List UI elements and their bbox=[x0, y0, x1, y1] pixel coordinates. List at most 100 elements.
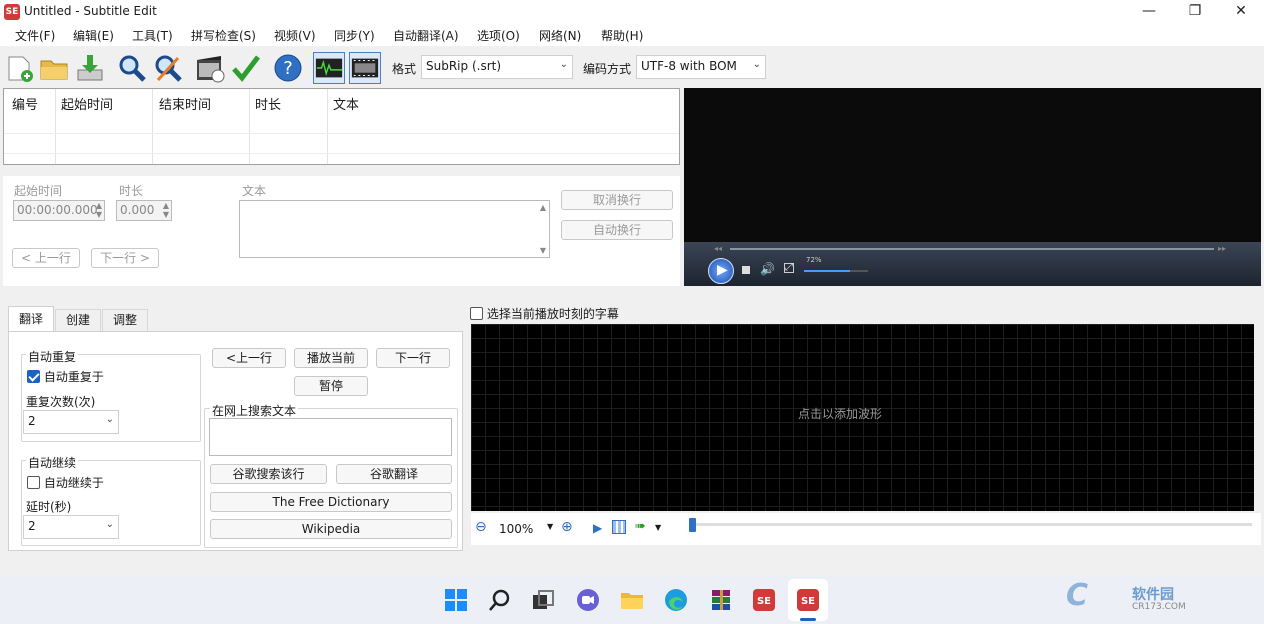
format-select[interactable]: SubRip (.srt) ⌄ bbox=[421, 55, 573, 79]
search-icon[interactable] bbox=[488, 588, 512, 612]
waveform-toggle-icon[interactable] bbox=[313, 52, 345, 84]
pause-button[interactable]: 暂停 bbox=[294, 376, 368, 396]
close-button[interactable]: ✕ bbox=[1218, 0, 1264, 24]
chevron-down-icon: ⌄ bbox=[752, 59, 761, 70]
play-current-button[interactable]: 播放当前 bbox=[294, 348, 368, 368]
windows-start-icon[interactable] bbox=[444, 588, 468, 612]
position-slider[interactable] bbox=[689, 523, 1252, 526]
title-bar: SE Untitled - Subtitle Edit — ❐ ✕ bbox=[0, 0, 1264, 24]
repeat-count-select[interactable]: 2 ⌄ bbox=[23, 410, 119, 434]
waveform-toolbar: ⊖ 100% ▼ ⊕ ▶ ➠ ▼ bbox=[471, 513, 1261, 545]
menu-video[interactable]: 视频(V) bbox=[274, 27, 316, 44]
auto-break-button[interactable]: 自动换行 bbox=[561, 220, 673, 240]
volume-slider[interactable] bbox=[804, 270, 868, 272]
seek-bar[interactable] bbox=[730, 248, 1214, 250]
zoom-in-icon[interactable]: ⊕ bbox=[561, 519, 573, 535]
menu-options[interactable]: 选项(O) bbox=[477, 27, 520, 44]
edge-browser-icon[interactable] bbox=[664, 588, 688, 612]
menu-sync[interactable]: 同步(Y) bbox=[334, 27, 375, 44]
spectrogram-icon[interactable] bbox=[612, 520, 626, 534]
stop-icon[interactable] bbox=[742, 266, 750, 274]
auto-continue-group-label: 自动继续 bbox=[26, 454, 79, 471]
subtitle-grid[interactable]: 编号 起始时间 结束时间 时长 文本 bbox=[3, 88, 680, 165]
maximize-button[interactable]: ❐ bbox=[1172, 0, 1218, 24]
col-start-time[interactable]: 起始时间 bbox=[61, 94, 113, 113]
prev-line-button[interactable]: < 上一行 bbox=[12, 248, 80, 268]
scroll-up-icon[interactable]: ▲ bbox=[540, 203, 546, 212]
unbreak-button[interactable]: 取消换行 bbox=[561, 190, 673, 210]
chevron-down-icon[interactable]: ▼ bbox=[655, 523, 661, 532]
auto-repeat-checkbox[interactable]: 自动重复于 bbox=[27, 368, 104, 385]
menu-auto-translate[interactable]: 自动翻译(A) bbox=[393, 27, 459, 44]
web-search-input[interactable] bbox=[209, 418, 452, 456]
play-icon[interactable]: ▶ bbox=[593, 521, 602, 535]
waveform-panel[interactable]: 点击以添加波形 bbox=[471, 324, 1254, 511]
spinner-icon[interactable]: ▲ ▼ bbox=[163, 201, 169, 219]
start-time-value: 00:00:00.000 bbox=[17, 203, 98, 217]
google-search-button[interactable]: 谷歌搜索该行 bbox=[210, 464, 327, 484]
winrar-icon[interactable] bbox=[709, 588, 733, 612]
subtitle-edit-taskbar-icon[interactable]: SE bbox=[752, 588, 776, 612]
video-player[interactable]: ◂◂ ▸▸ ▶ 🔊 ⤢ 72% bbox=[684, 88, 1261, 286]
menu-spellcheck[interactable]: 拼写检查(S) bbox=[191, 27, 256, 44]
video-toggle-icon[interactable] bbox=[349, 52, 381, 84]
subtitle-edit-active-icon[interactable]: SE bbox=[796, 588, 820, 612]
menu-help[interactable]: 帮助(H) bbox=[601, 27, 643, 44]
video-import-icon[interactable] bbox=[194, 52, 226, 84]
wikipedia-button[interactable]: Wikipedia bbox=[210, 519, 452, 539]
google-translate-button[interactable]: 谷歌翻译 bbox=[336, 464, 452, 484]
tab-translate[interactable]: 翻译 bbox=[8, 306, 54, 332]
tab-adjust[interactable]: 调整 bbox=[102, 309, 148, 331]
check-icon[interactable] bbox=[230, 52, 262, 84]
select-current-label: 选择当前播放时刻的字幕 bbox=[486, 307, 619, 321]
zoom-out-icon[interactable]: ⊖ bbox=[475, 519, 487, 535]
minimize-button[interactable]: — bbox=[1126, 0, 1172, 24]
col-end-time[interactable]: 结束时间 bbox=[159, 94, 211, 113]
col-duration[interactable]: 时长 bbox=[255, 94, 281, 113]
duration-input[interactable]: 0.000 ▲ ▼ bbox=[116, 200, 172, 221]
forward-icon[interactable]: ▸▸ bbox=[1218, 244, 1226, 253]
chevron-down-icon[interactable]: ▼ bbox=[547, 522, 553, 531]
volume-percent: 72% bbox=[806, 256, 822, 264]
forward-arrows-icon[interactable]: ➠ bbox=[635, 519, 646, 534]
open-folder-icon[interactable] bbox=[38, 52, 70, 84]
slider-thumb[interactable] bbox=[689, 518, 696, 532]
select-current-checkbox[interactable]: 选择当前播放时刻的字幕 bbox=[470, 305, 619, 322]
checkbox-checked-icon bbox=[27, 370, 40, 383]
auto-continue-checkbox[interactable]: 自动继续于 bbox=[27, 474, 104, 491]
new-file-icon[interactable] bbox=[4, 52, 36, 84]
prev-line-button[interactable]: <上一行 bbox=[212, 348, 286, 368]
spinner-icon[interactable]: ▲ ▼ bbox=[96, 201, 102, 219]
watermark-logo: C 软件园 CR173.COM bbox=[1066, 578, 1246, 618]
start-time-input[interactable]: 00:00:00.000 ▲ ▼ bbox=[13, 200, 105, 221]
save-download-icon[interactable] bbox=[74, 52, 106, 84]
menu-edit[interactable]: 编辑(E) bbox=[73, 27, 114, 44]
chat-icon[interactable] bbox=[576, 588, 600, 612]
next-line-button[interactable]: 下一行 > bbox=[91, 248, 159, 268]
task-view-icon[interactable] bbox=[531, 588, 555, 612]
chevron-down-icon: ⌄ bbox=[105, 519, 114, 530]
col-number[interactable]: 编号 bbox=[12, 94, 38, 113]
fullscreen-icon[interactable]: ⤢ bbox=[784, 263, 794, 273]
subtitle-text-area[interactable]: ▲ ▼ bbox=[239, 200, 550, 258]
auto-continue-checkbox-label: 自动继续于 bbox=[43, 476, 104, 490]
scroll-down-icon[interactable]: ▼ bbox=[540, 246, 546, 255]
tab-create[interactable]: 创建 bbox=[55, 309, 101, 331]
replace-icon[interactable] bbox=[152, 52, 184, 84]
menu-tools[interactable]: 工具(T) bbox=[132, 27, 173, 44]
file-explorer-icon[interactable] bbox=[620, 588, 644, 612]
rewind-icon[interactable]: ◂◂ bbox=[714, 244, 722, 253]
free-dictionary-button[interactable]: The Free Dictionary bbox=[210, 492, 452, 512]
col-text[interactable]: 文本 bbox=[333, 94, 359, 113]
help-icon[interactable]: ? bbox=[272, 52, 304, 84]
next-line-button[interactable]: 下一行 bbox=[376, 348, 450, 368]
delay-select[interactable]: 2 ⌄ bbox=[23, 515, 119, 539]
play-button[interactable]: ▶ bbox=[708, 258, 734, 284]
duration-label: 时长 bbox=[119, 184, 144, 198]
search-icon[interactable] bbox=[116, 52, 148, 84]
encoding-select[interactable]: UTF-8 with BOM ⌄ bbox=[636, 55, 766, 79]
volume-icon[interactable]: 🔊 bbox=[760, 262, 775, 276]
menu-network[interactable]: 网络(N) bbox=[539, 27, 581, 44]
menu-file[interactable]: 文件(F) bbox=[15, 27, 55, 44]
zoom-value[interactable]: 100% bbox=[499, 522, 533, 536]
